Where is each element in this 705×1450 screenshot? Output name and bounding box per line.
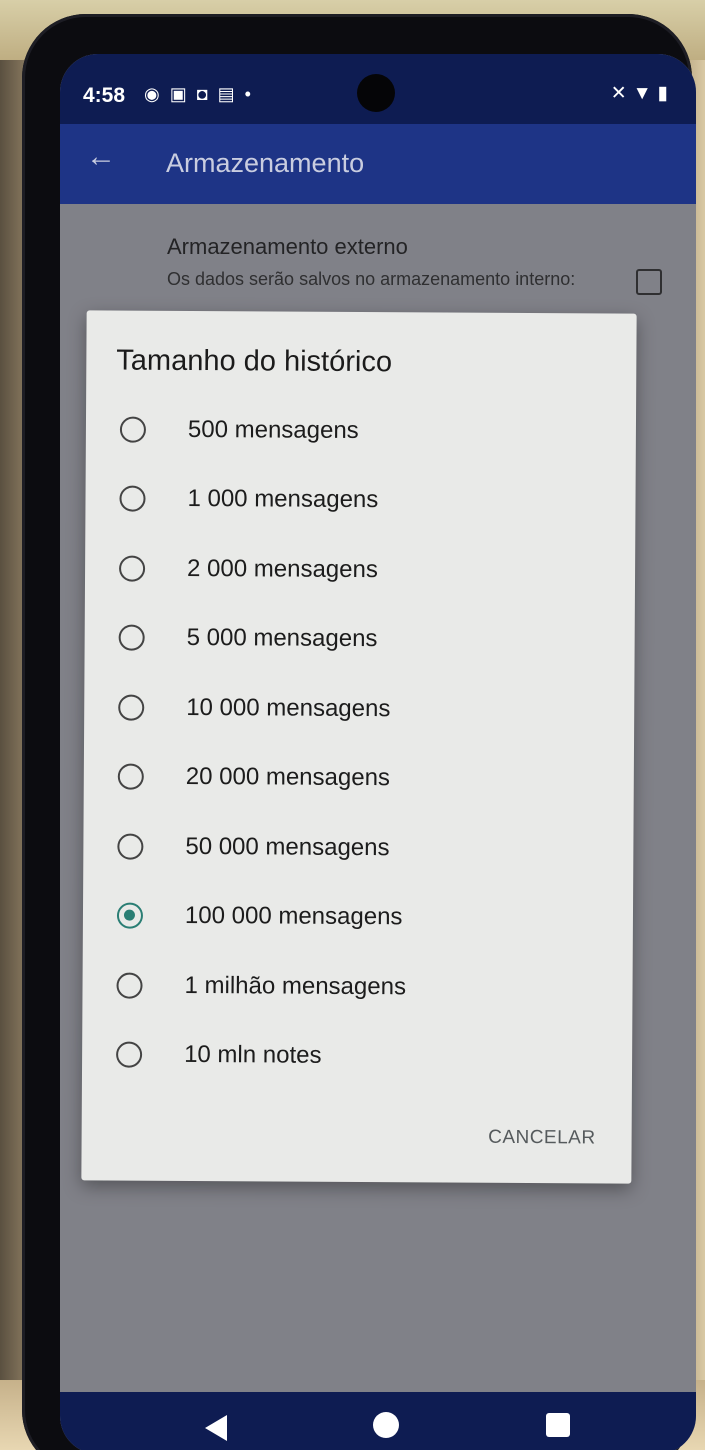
- option-label: 5 000 mensagens: [186, 624, 378, 653]
- option-100000[interactable]: 100 000 mensagens: [83, 881, 633, 954]
- option-label: 500 mensagens: [187, 415, 359, 444]
- app-bar: ← Armazenamento: [60, 124, 696, 204]
- battery-icon: ▮: [657, 83, 674, 104]
- radio-button[interactable]: [116, 972, 143, 999]
- back-arrow-icon[interactable]: ←: [86, 140, 116, 174]
- option-label: 20 000 mensagens: [185, 763, 391, 792]
- nav-back-icon[interactable]: [205, 1415, 227, 1441]
- status-bar: 4:58 ◉▣◘▤• ✕▼▮: [60, 54, 696, 124]
- option-500[interactable]: 500 mensagens: [86, 394, 636, 467]
- radio-button[interactable]: [118, 624, 145, 651]
- sim-icon: ▣: [169, 84, 197, 104]
- radio-button[interactable]: [116, 1041, 143, 1068]
- option-5000[interactable]: 5 000 mensagens: [84, 603, 634, 676]
- chat-icon: ▤: [217, 84, 245, 104]
- option-label: 1 000 mensagens: [187, 485, 379, 514]
- mute-icon: ✕: [610, 83, 633, 104]
- cancel-button[interactable]: CANCELAR: [488, 1127, 596, 1150]
- option-label: 1 milhão mensagens: [184, 971, 407, 1001]
- option-2000[interactable]: 2 000 mensagens: [85, 533, 635, 606]
- dot-icon: •: [244, 84, 261, 104]
- system-icons: ✕▼▮: [611, 82, 674, 105]
- navigation-bar: [60, 1392, 696, 1450]
- option-label: 10 mln notes: [184, 1041, 322, 1070]
- wifi-icon: ▼: [632, 83, 658, 104]
- status-time: 4:58: [83, 84, 126, 107]
- option-10000[interactable]: 10 000 mensagens: [84, 672, 634, 745]
- radio-button[interactable]: [119, 416, 147, 443]
- option-1000[interactable]: 1 000 mensagens: [85, 464, 635, 537]
- shopping-icon: ◘: [196, 84, 218, 104]
- radio-button[interactable]: [119, 555, 146, 582]
- dialog-title: Tamanho do histórico: [116, 344, 393, 379]
- radio-button[interactable]: [119, 485, 146, 512]
- option-label: 10 000 mensagens: [186, 693, 391, 722]
- history-size-dialog: Tamanho do histórico 500 mensagens 1 000…: [81, 310, 637, 1184]
- option-10-million[interactable]: 10 mln notes: [82, 1020, 632, 1093]
- radio-button[interactable]: [118, 694, 145, 721]
- options-list: 500 mensagens 1 000 mensagens 2 000 mens…: [82, 394, 636, 1092]
- option-50000[interactable]: 50 000 mensagens: [83, 811, 633, 884]
- radio-button[interactable]: [117, 763, 144, 790]
- notification-icons: ◉▣◘▤•: [144, 84, 261, 105]
- option-label: 50 000 mensagens: [185, 832, 390, 861]
- camera-cutout: [357, 74, 395, 112]
- option-label: 2 000 mensagens: [187, 554, 378, 583]
- option-label: 100 000 mensagens: [184, 902, 403, 931]
- radio-button-selected[interactable]: [116, 902, 144, 929]
- nav-recents-icon[interactable]: [546, 1413, 570, 1437]
- nav-home-icon[interactable]: [373, 1412, 399, 1438]
- page-title: Armazenamento: [166, 148, 365, 178]
- option-20000[interactable]: 20 000 mensagens: [84, 742, 634, 815]
- messenger-icon: ◉: [144, 84, 170, 104]
- option-1-million[interactable]: 1 milhão mensagens: [82, 950, 632, 1023]
- radio-button[interactable]: [117, 833, 144, 860]
